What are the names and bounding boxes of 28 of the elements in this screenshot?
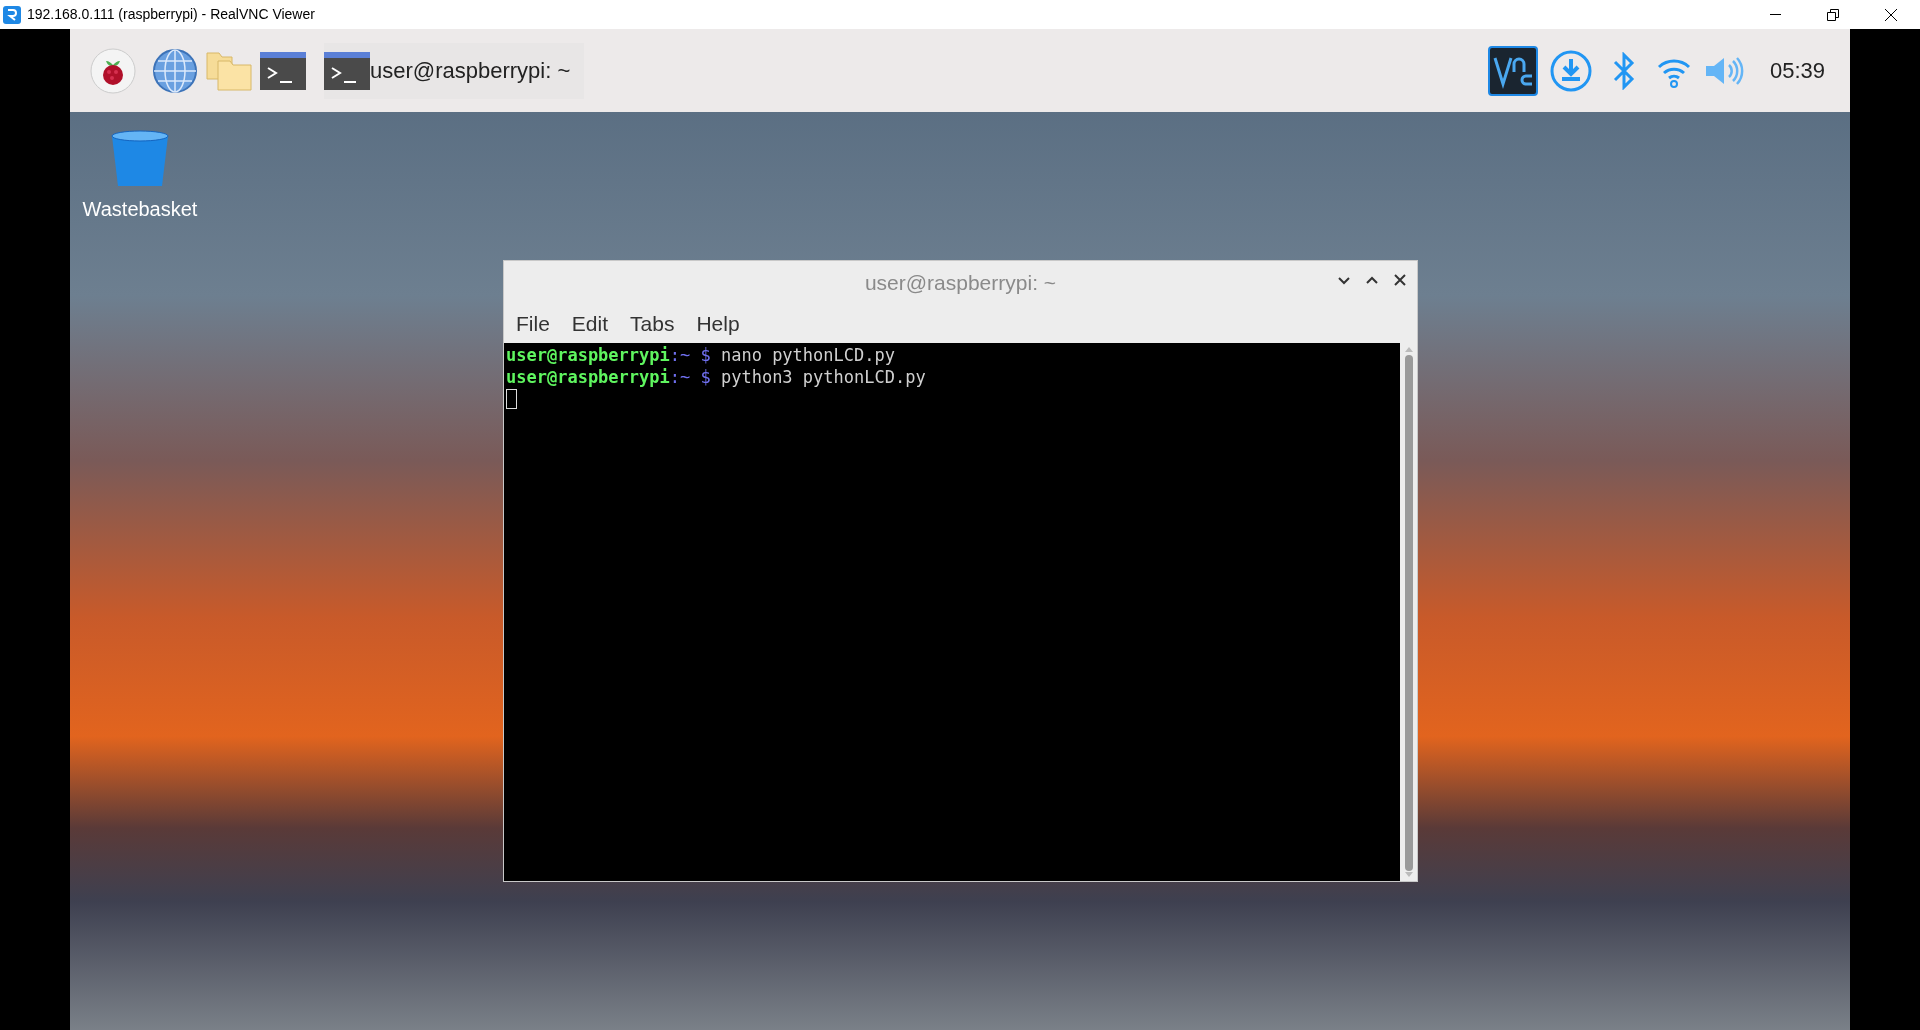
vnc-logo-icon[interactable]: [1487, 45, 1538, 96]
raspberry-menu-icon[interactable]: [90, 47, 136, 94]
clock[interactable]: 05:39: [1769, 54, 1825, 87]
restore-icon: [1827, 8, 1839, 21]
desktop-icon-label[interactable]: Wastebasket: [82, 194, 198, 224]
menu-item[interactable]: File: [508, 308, 558, 340]
taskbar-window-button[interactable]: user@raspberrypi: ~: [324, 42, 585, 99]
wastebasket-icon[interactable]: [109, 130, 171, 188]
menu-item[interactable]: Edit: [563, 308, 617, 340]
terminal-line: user@raspberrypi:~ $ python3 pythonLCD.py: [506, 366, 927, 388]
terminal-icon[interactable]: [260, 51, 306, 90]
terminal-title: user@raspberrypi: ~: [864, 270, 1057, 297]
window-title: 192.168.0.111 (raspberrypi) - RealVNC Viewer: [27, 5, 315, 24]
bluetooth-icon[interactable]: [1611, 51, 1636, 90]
text-cursor: [506, 389, 517, 409]
folder-icon[interactable]: [206, 50, 252, 91]
menu-item[interactable]: Tabs: [622, 308, 683, 340]
close-icon[interactable]: [1393, 273, 1407, 287]
app-logo-icon: [3, 5, 21, 24]
scrollbar-thumb[interactable]: [1404, 355, 1413, 871]
terminal-line: user@raspberrypi:~ $ nano pythonLCD.py: [506, 344, 896, 366]
minimize-icon: [1769, 14, 1781, 15]
terminal-icon: [324, 51, 370, 90]
menu-item[interactable]: Help: [688, 308, 748, 340]
scroll-up-icon[interactable]: [1403, 345, 1414, 353]
globe-icon[interactable]: [152, 47, 198, 94]
close-icon: [1885, 8, 1897, 21]
download-icon[interactable]: [1549, 49, 1592, 92]
